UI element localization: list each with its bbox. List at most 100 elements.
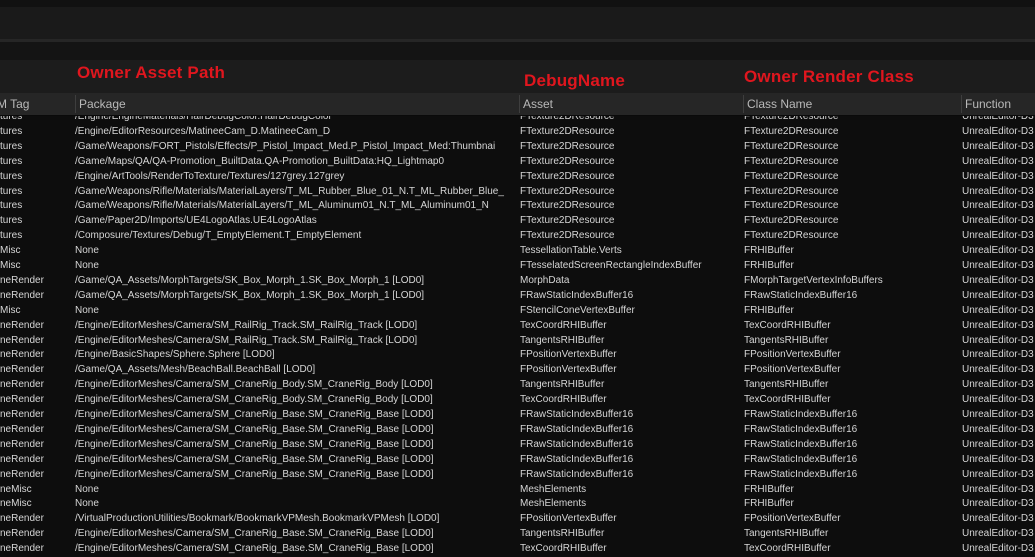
column-header-package[interactable]: Package	[75, 93, 519, 115]
cell-class-name: FRawStaticIndexBuffer16	[744, 409, 858, 420]
table-row[interactable]: Misc None TessellationTable.Verts FRHIBuffe…	[0, 244, 1035, 259]
cell-tag: neMisc	[0, 483, 32, 495]
cell-asset: FStencilConeVertexBuffer	[520, 304, 635, 316]
cell-asset: TangentsRHIBuffer	[520, 528, 605, 540]
cell-asset: FPositionVertexBuffer	[520, 364, 617, 376]
cell-package: /Engine/EditorMeshes/Camera/SM_CraneRig_…	[75, 543, 434, 555]
cell-class-name: FTexture2DResource	[744, 155, 839, 167]
cell-asset: FTexture2DResource	[520, 125, 615, 137]
cell-class-name: FTexture2DResource	[744, 116, 839, 122]
cell-function: UnrealEditor-D3	[962, 155, 1034, 167]
table-row[interactable]: neMisc None MeshElements FRHIBuffer UnrealEd…	[0, 483, 1035, 498]
table-row[interactable]: tures/Engine/ArtTools/RenderToTexture/Te…	[0, 170, 1035, 185]
annotation-area: Owner Asset Path DebugName Owner Render …	[0, 60, 1035, 93]
table-row[interactable]: neRender/Engine/EditorMeshes/Camera/SM_R…	[0, 334, 1035, 349]
table-row[interactable]: neRender/Engine/EditorMeshes/Camera/SM_C…	[0, 378, 1035, 393]
cell-class-name: FRawStaticIndexBuffer16	[744, 438, 858, 450]
table-row[interactable]: neRender/Game/QA_Assets/Mesh/BeachBall.B…	[0, 363, 1035, 378]
table-row[interactable]: neRender/Engine/EditorMeshes/Camera/SM_C…	[0, 423, 1035, 438]
cell-class-name: FRHIBuffer	[744, 498, 794, 510]
column-header-class-name[interactable]: Class Name	[743, 93, 961, 115]
table-row[interactable]: neRender/Engine/EditorMeshes/Camera/SM_C…	[0, 542, 1035, 557]
table-row[interactable]: neRender/Engine/EditorMeshes/Camera/SM_C…	[0, 527, 1035, 542]
cell-package: /Engine/EditorMeshes/Camera/SM_CraneRig_…	[75, 394, 433, 406]
table-row[interactable]: neRender/Engine/EditorMeshes/Camera/SM_C…	[0, 393, 1035, 408]
cell-tag: neRender	[0, 289, 44, 301]
table-row[interactable]: tures/Composure/Textures/Debug/T_EmptyEl…	[0, 229, 1035, 244]
cell-class-name: FTexture2DResource	[744, 185, 839, 197]
cell-asset: FTexture2DResource	[520, 170, 615, 182]
window-top-strip	[0, 0, 1035, 7]
table-row[interactable]: neRender/Engine/EditorMeshes/Camera/SM_C…	[0, 438, 1035, 453]
table-row[interactable]: Misc None FStencilConeVertexBuffer FRHIBuff…	[0, 304, 1035, 319]
cell-function: UnrealEditor-D3	[962, 140, 1034, 152]
cell-asset: TangentsRHIBuffer	[520, 379, 605, 391]
cell-asset: FTexture2DResource	[520, 230, 615, 242]
cell-function: UnrealEditor-D3	[962, 364, 1034, 376]
cell-tag: tures	[0, 140, 23, 152]
column-header-function[interactable]: Function	[961, 93, 1035, 115]
cell-class-name: FTexture2DResource	[744, 125, 839, 137]
table-row[interactable]: tures/Game/Weapons/FORT_Pistols/Effects/…	[0, 140, 1035, 155]
cell-asset: FPositionVertexBuffer	[520, 513, 617, 525]
cell-asset: FRawStaticIndexBuffer16	[520, 409, 634, 420]
cell-function: UnrealEditor-D3	[962, 200, 1034, 212]
cell-tag: tures	[0, 125, 23, 137]
cell-function: UnrealEditor-D3	[962, 409, 1034, 420]
cell-package: /Composure/Textures/Debug/T_EmptyElement…	[75, 230, 362, 242]
cell-class-name: FTexture2DResource	[744, 230, 839, 242]
cell-tag: Misc	[0, 245, 21, 257]
table-row[interactable]: tures/Game/Paper2D/Imports/UE4LogoAtlas.…	[0, 214, 1035, 229]
cell-tag: neRender	[0, 528, 44, 540]
table-row[interactable]: Misc None FTesselatedScreenRectangleIndexB…	[0, 259, 1035, 274]
cell-function: UnrealEditor-D3	[962, 289, 1034, 301]
cell-class-name: FRawStaticIndexBuffer16	[744, 423, 858, 435]
table-row[interactable]: neRender/VirtualProductionUtilities/Book…	[0, 512, 1035, 527]
cell-asset: TangentsRHIBuffer	[520, 334, 605, 346]
cell-function: UnrealEditor-D3	[962, 304, 1034, 316]
cell-function: UnrealEditor-D3	[962, 185, 1034, 197]
cell-package: /Engine/EngineMaterials/HairDebugColor.H…	[75, 116, 332, 122]
cell-class-name: FRHIBuffer	[744, 260, 794, 271]
table-row[interactable]: neMisc None MeshElements FRHIBuffer UnrealEd…	[0, 497, 1035, 512]
cell-tag: neRender	[0, 319, 44, 331]
table-row[interactable]: neRender/Game/QA_Assets/MorphTargets/SK_…	[0, 274, 1035, 289]
table-row[interactable]: neRender/Engine/EditorMeshes/Camera/SM_C…	[0, 468, 1035, 483]
table-row[interactable]: neRender/Engine/BasicShapes/Sphere.Spher…	[0, 348, 1035, 363]
table-row[interactable]: neRender/Engine/EditorMeshes/Camera/SM_C…	[0, 453, 1035, 468]
table-row[interactable]: neRender/Engine/EditorMeshes/Camera/SM_R…	[0, 319, 1035, 334]
cell-asset: MeshElements	[520, 483, 587, 495]
cell-asset: FTexture2DResource	[520, 185, 615, 197]
table-row[interactable]: neRender/Game/QA_Assets/MorphTargets/SK_…	[0, 289, 1035, 304]
cell-asset: FTesselatedScreenRectangleIndexBuffer	[520, 260, 702, 271]
cell-tag: neRender	[0, 334, 44, 346]
table-row[interactable]: tures/Game/Weapons/Rifle/Materials/Mater…	[0, 199, 1035, 214]
table-row[interactable]: tures/Engine/EngineMaterials/HairDebugCo…	[0, 116, 1035, 125]
cell-package: /Game/Weapons/Rifle/Materials/MaterialLa…	[75, 185, 504, 197]
cell-class-name: FPositionVertexBuffer	[744, 364, 841, 376]
cell-package: /Engine/EditorMeshes/Camera/SM_CraneRig_…	[75, 528, 434, 540]
annotation-debug-name: DebugName	[524, 71, 625, 90]
table-row[interactable]: tures/Engine/EditorResources/MatineeCam_…	[0, 125, 1035, 140]
cell-asset: TexCoordRHIBuffer	[520, 319, 607, 331]
cell-function: UnrealEditor-D3	[962, 334, 1034, 346]
table-row[interactable]: neRender/Engine/EditorMeshes/Camera/SM_C…	[0, 408, 1035, 423]
table-row[interactable]: tures/Game/Maps/QA/QA-Promotion_BuiltDat…	[0, 155, 1035, 170]
cell-package: /Engine/EditorMeshes/Camera/SM_RailRig_T…	[75, 319, 418, 331]
cell-function: UnrealEditor-D3	[962, 215, 1034, 227]
cell-asset: FRawStaticIndexBuffer16	[520, 453, 634, 465]
column-header-tag[interactable]: M Tag	[0, 93, 75, 115]
cell-asset: FTexture2DResource	[520, 200, 615, 212]
cell-asset: TexCoordRHIBuffer	[520, 394, 607, 406]
cell-class-name: TexCoordRHIBuffer	[744, 394, 831, 406]
cell-package: /Game/QA_Assets/MorphTargets/SK_Box_Morp…	[75, 289, 425, 301]
column-header-asset[interactable]: Asset	[519, 93, 743, 115]
cell-function: UnrealEditor-D3	[962, 543, 1034, 555]
cell-package: None	[75, 498, 99, 510]
cell-tag: Misc	[0, 260, 21, 271]
cell-package: /Engine/EditorMeshes/Camera/SM_CraneRig_…	[75, 409, 434, 420]
table-row[interactable]: tures/Game/Weapons/Rifle/Materials/Mater…	[0, 185, 1035, 200]
cell-class-name: TangentsRHIBuffer	[744, 528, 829, 540]
cell-tag: neRender	[0, 364, 44, 376]
cell-package: /Engine/ArtTools/RenderToTexture/Texture…	[75, 170, 345, 182]
